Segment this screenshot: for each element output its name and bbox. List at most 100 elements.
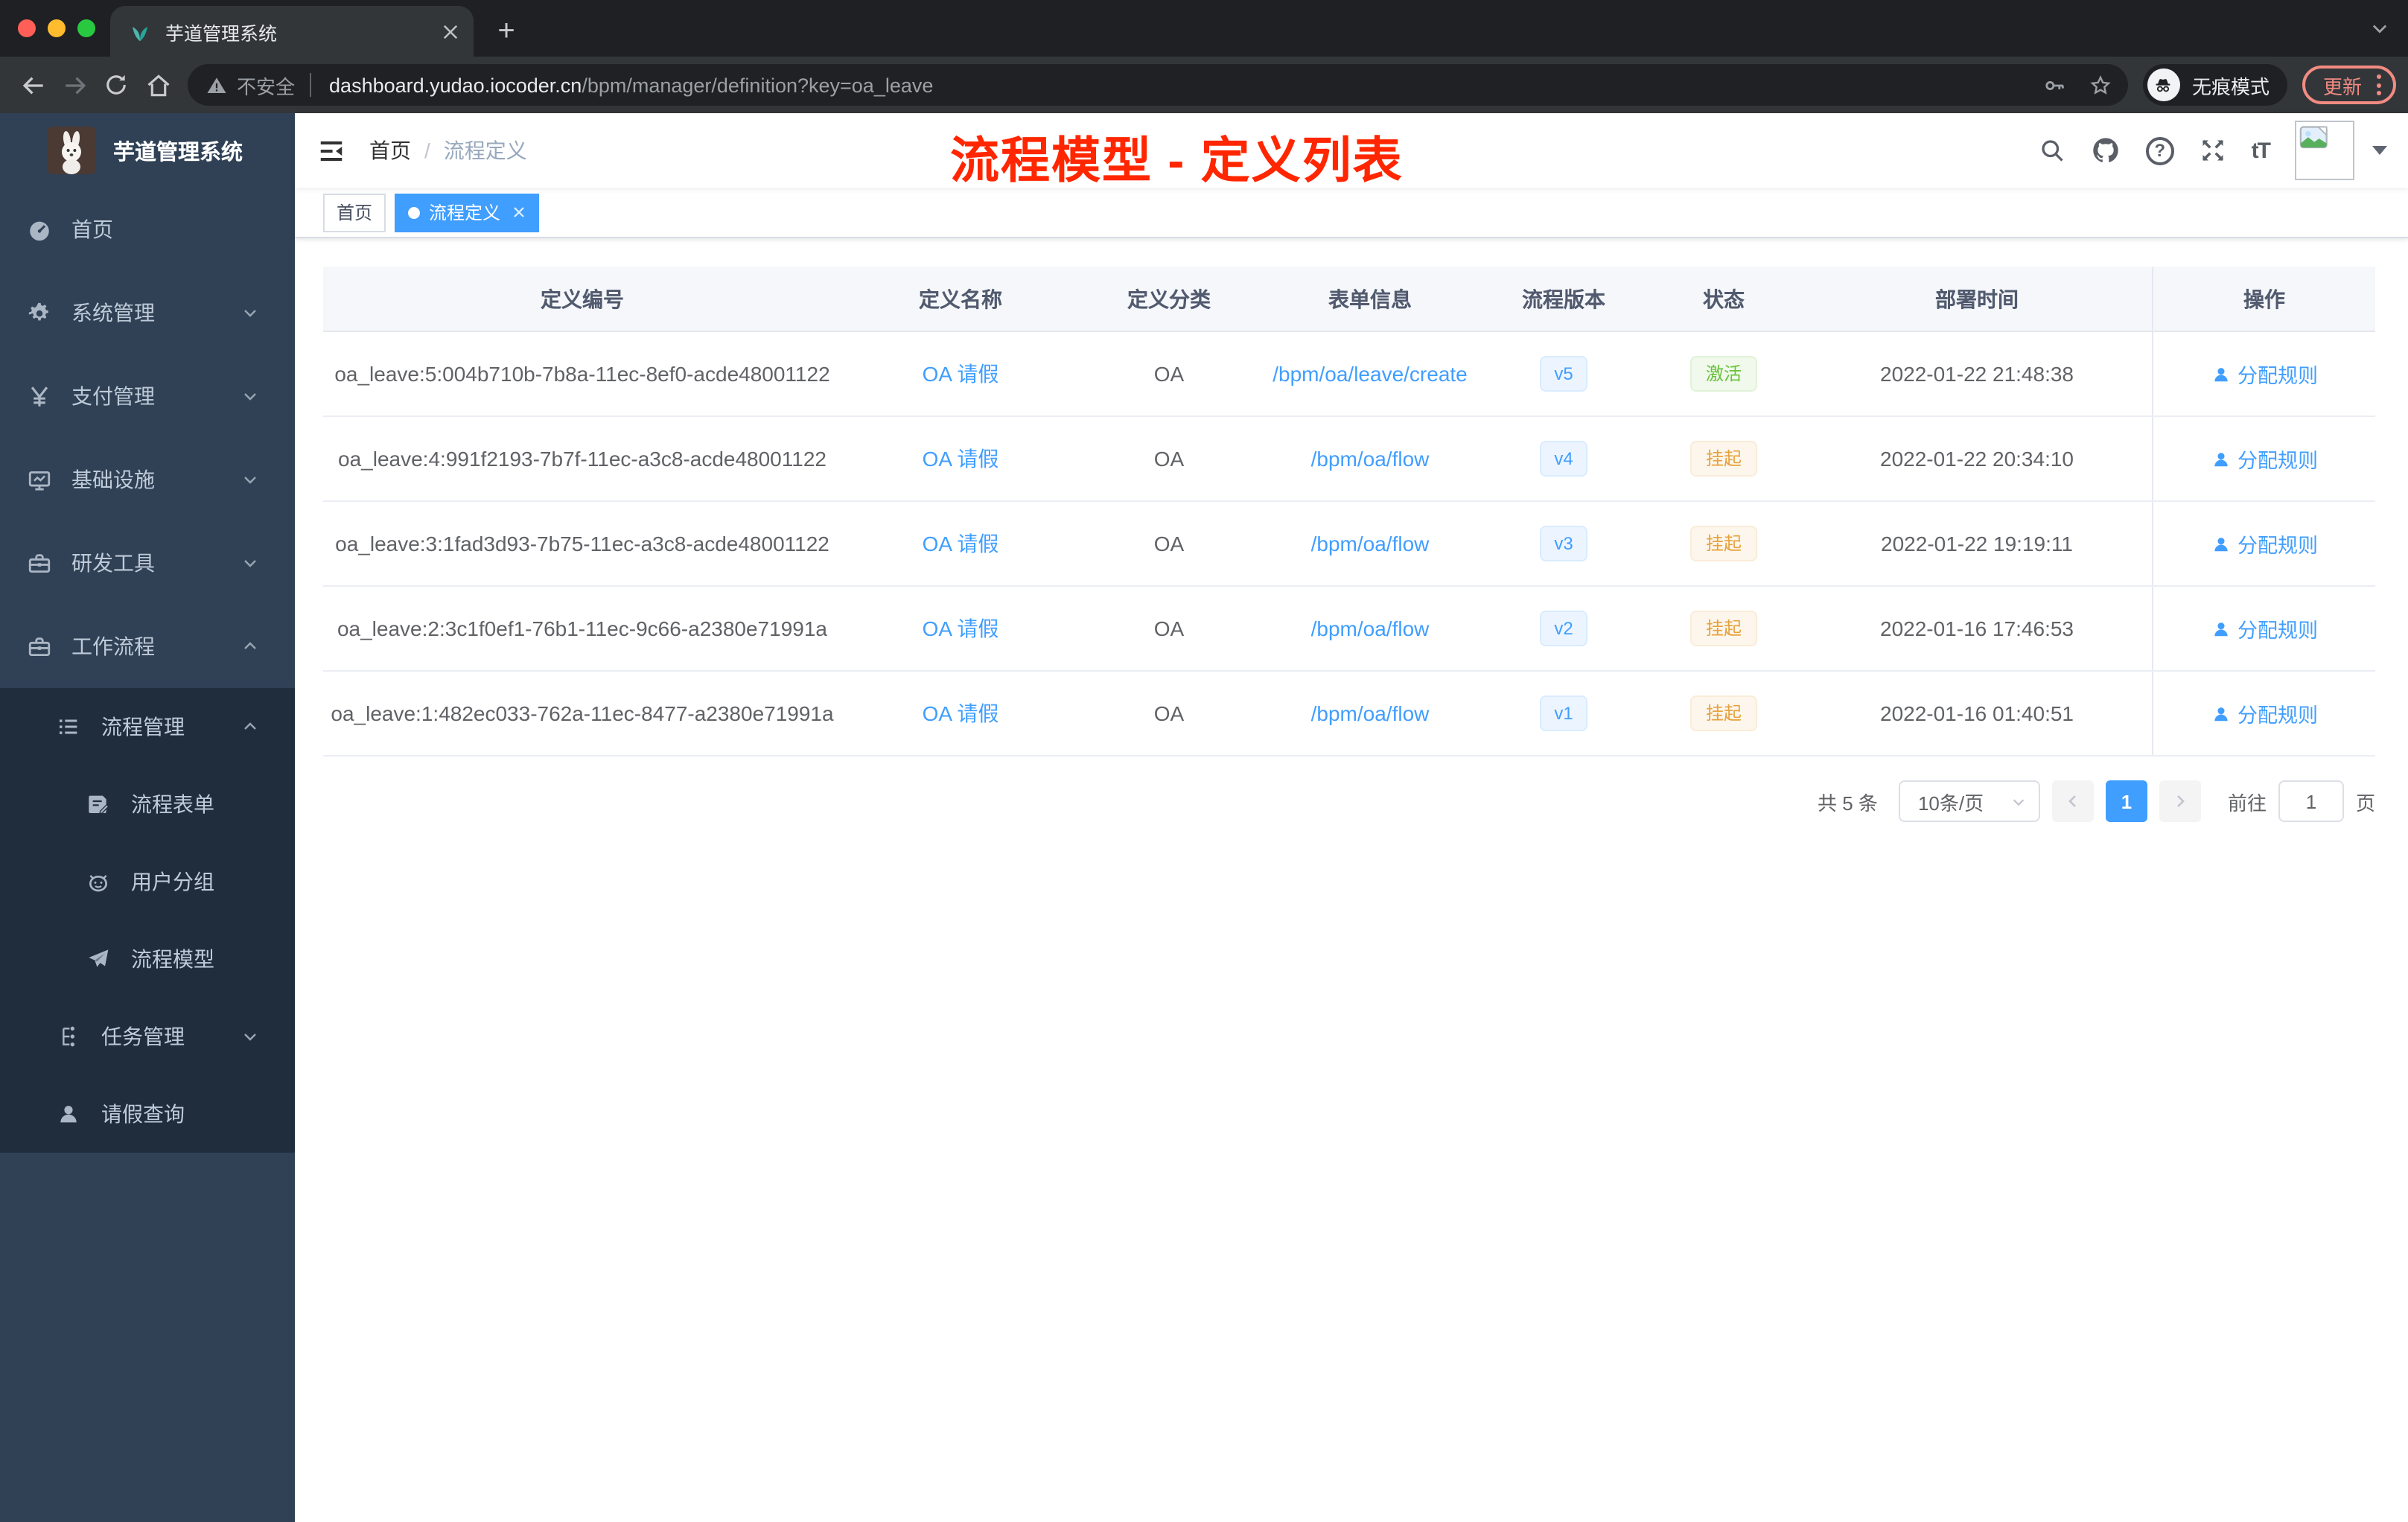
incognito-badge: 无痕模式 xyxy=(2142,64,2287,106)
help-icon[interactable]: ? xyxy=(2145,136,2174,165)
url-text[interactable]: dashboard.yudao.iocoder.cn/bpm/manager/d… xyxy=(329,74,2021,96)
robot-icon xyxy=(80,870,116,894)
tag-home[interactable]: 首页 xyxy=(323,193,386,232)
form-link[interactable]: /bpm/oa/flow xyxy=(1311,532,1430,555)
page-size-select[interactable]: 10条/页 xyxy=(1898,780,2040,822)
assign-rule-button[interactable]: 分配规则 xyxy=(2211,529,2318,558)
github-icon[interactable] xyxy=(2091,136,2121,165)
sidebar-collapse-icon[interactable] xyxy=(295,136,357,165)
tab-close-icon[interactable] xyxy=(442,23,459,39)
incognito-icon xyxy=(2147,69,2180,101)
chevron-down-icon xyxy=(241,304,259,322)
col-header: 状态 xyxy=(1703,287,1745,311)
table-row: oa_leave:2:3c1f0ef1-76b1-11ec-9c66-a2380… xyxy=(323,587,2375,672)
reload-icon[interactable] xyxy=(95,64,137,106)
status-badge: 挂起 xyxy=(1690,695,1756,731)
cell-definition-id: oa_leave:2:3c1f0ef1-76b1-11ec-9c66-a2380… xyxy=(337,617,827,640)
sidebar-item-process-form[interactable]: 流程表单 xyxy=(0,765,295,843)
tree-icon xyxy=(51,1025,86,1048)
assign-rule-button[interactable]: 分配规则 xyxy=(2211,614,2318,643)
assign-rule-button[interactable]: 分配规则 xyxy=(2211,444,2318,474)
sidebar-item-system[interactable]: 系统管理 xyxy=(0,271,295,354)
avatar[interactable] xyxy=(2295,121,2354,180)
assign-rule-button[interactable]: 分配规则 xyxy=(2211,698,2318,728)
sidebar-item-leave-query[interactable]: 请假查询 xyxy=(0,1075,295,1153)
sidebar-item-label: 用户分组 xyxy=(131,870,214,894)
url-path: /bpm/manager/definition?key=oa_leave xyxy=(582,74,934,96)
new-tab-button[interactable]: + xyxy=(485,10,527,52)
definition-name-link[interactable]: OA 请假 xyxy=(923,447,999,471)
paper-plane-icon xyxy=(80,947,116,971)
goto-label: 前往 xyxy=(2227,792,2267,814)
definition-name-link[interactable]: OA 请假 xyxy=(923,617,999,640)
sidebar-item-process-model[interactable]: 流程模型 xyxy=(0,920,295,998)
select-chevron-down-icon xyxy=(2013,798,2025,806)
security-label[interactable]: 不安全 xyxy=(237,71,295,99)
form-link[interactable]: /bpm/oa/flow xyxy=(1311,617,1430,640)
address-bar[interactable]: 不安全 dashboard.yudao.iocoder.cn/bpm/manag… xyxy=(188,64,2128,106)
sidebar-item-user-group[interactable]: 用户分组 xyxy=(0,843,295,920)
sidebar-logo[interactable]: 芋道管理系统 xyxy=(0,113,295,188)
cell-deploy-time: 2022-01-22 21:48:38 xyxy=(1880,362,2074,386)
bookmark-star-icon[interactable] xyxy=(2088,72,2113,98)
tags-view: 首页 流程定义 xyxy=(295,188,2408,238)
sidebar-item-task-mgmt[interactable]: 任务管理 xyxy=(0,998,295,1075)
cell-deploy-time: 2022-01-16 01:40:51 xyxy=(1880,701,2074,725)
definition-name-link[interactable]: OA 请假 xyxy=(923,532,999,555)
browser-tab[interactable]: 芋道管理系统 xyxy=(110,6,474,57)
status-badge: 挂起 xyxy=(1690,526,1756,561)
assign-rule-label: 分配规则 xyxy=(2237,450,2318,472)
sidebar-item-label: 流程表单 xyxy=(131,792,214,816)
tab-search-chevron-down-icon[interactable] xyxy=(2369,18,2390,39)
definition-name-link[interactable]: OA 请假 xyxy=(923,701,999,725)
sidebar-item-payment[interactable]: 支付管理 xyxy=(0,354,295,438)
next-page-button[interactable] xyxy=(2159,780,2201,822)
tag-process-definition[interactable]: 流程定义 xyxy=(395,193,540,232)
sidebar-item-label: 流程模型 xyxy=(131,947,214,971)
form-link[interactable]: /bpm/oa/flow xyxy=(1311,447,1430,471)
col-header: 部署时间 xyxy=(1935,287,2019,311)
font-size-icon[interactable]: tT xyxy=(2252,138,2271,163)
minimize-window-button[interactable] xyxy=(48,19,66,37)
browser-update-button[interactable]: 更新 xyxy=(2302,66,2396,104)
avatar-caret-down-icon[interactable] xyxy=(2372,146,2387,155)
browser-menu-dots-icon[interactable] xyxy=(2374,71,2384,98)
tag-close-icon[interactable] xyxy=(512,206,526,219)
prev-page-button[interactable] xyxy=(2051,780,2094,822)
version-badge: v1 xyxy=(1539,695,1588,731)
sidebar: 芋道管理系统 首页 系统管理 支付管理 基础设施 研发工具 工作流程 流程管理 … xyxy=(0,113,295,1522)
page-number-button[interactable]: 1 xyxy=(2105,780,2147,822)
zoom-window-button[interactable] xyxy=(77,19,95,37)
form-link[interactable]: /bpm/oa/flow xyxy=(1311,701,1430,725)
sidebar-item-devtools[interactable]: 研发工具 xyxy=(0,521,295,605)
breadcrumb-home[interactable]: 首页 xyxy=(369,136,411,165)
sidebar-item-label: 工作流程 xyxy=(71,634,155,658)
sidebar-item-workflow[interactable]: 工作流程 xyxy=(0,605,295,688)
back-icon[interactable] xyxy=(12,64,54,106)
gear-icon xyxy=(21,300,57,325)
sidebar-item-process-mgmt[interactable]: 流程管理 xyxy=(0,688,295,765)
favicon-plant-icon xyxy=(128,19,152,43)
fullscreen-icon[interactable] xyxy=(2200,137,2226,164)
definition-table: 定义编号 定义名称 定义分类 表单信息 流程版本 状态 部署时间 操作 oa_l… xyxy=(323,267,2375,757)
col-header: 定义分类 xyxy=(1127,287,1211,311)
key-icon[interactable] xyxy=(2042,72,2067,98)
form-link[interactable]: /bpm/oa/leave/create xyxy=(1273,362,1468,386)
chevron-up-icon xyxy=(241,637,259,655)
forward-icon[interactable] xyxy=(54,64,95,106)
window-controls xyxy=(18,19,95,37)
close-window-button[interactable] xyxy=(18,19,36,37)
pagination-total: 共 5 条 xyxy=(1818,792,1878,814)
definition-name-link[interactable]: OA 请假 xyxy=(923,362,999,386)
sidebar-item-infra[interactable]: 基础设施 xyxy=(0,438,295,521)
assign-rule-button[interactable]: 分配规则 xyxy=(2211,359,2318,389)
col-header: 操作 xyxy=(2152,267,2375,331)
sidebar-item-home[interactable]: 首页 xyxy=(0,188,295,271)
search-icon[interactable] xyxy=(2039,137,2065,164)
assign-rule-label: 分配规则 xyxy=(2237,704,2318,727)
home-icon[interactable] xyxy=(137,64,179,106)
goto-page-input[interactable]: 1 xyxy=(2278,780,2344,822)
col-header: 表单信息 xyxy=(1328,287,1412,311)
table-row: oa_leave:5:004b710b-7b8a-11ec-8ef0-acde4… xyxy=(323,332,2375,417)
user-icon xyxy=(51,1102,86,1126)
